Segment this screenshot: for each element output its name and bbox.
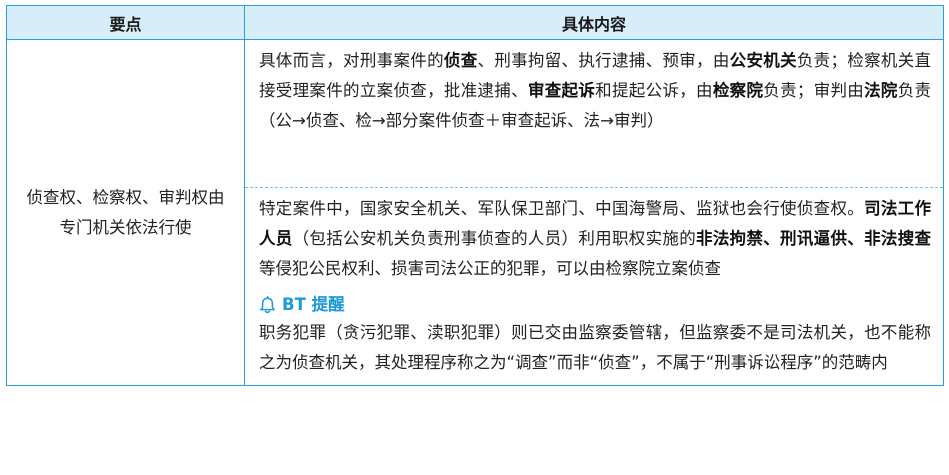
table-header-row: 要点 具体内容 [6, 5, 944, 40]
content-cell-1: 具体而言，对刑事案件的侦查、刑事拘留、执行逮捕、预审，由公安机关负责；检察机关直… [244, 39, 944, 188]
content-cell-2: 特定案件中，国家安全机关、军队保卫部门、中国海警局、监狱也会行使侦查权。司法工作… [245, 188, 944, 386]
content-paragraph: 特定案件中，国家安全机关、军队保卫部门、中国海警局、监狱也会行使侦查权。司法工作… [259, 194, 931, 284]
content-text: 特定案件中，国家安全机关、军队保卫部门、中国海警局、监狱也会行使侦查权。 [259, 199, 865, 218]
content-text: （包括公安机关负责刑事侦查的人员）利用职权实施的 [292, 229, 697, 248]
tip-title: BT 提醒 [282, 295, 345, 314]
key-points-table: 要点 具体内容 侦查权、检察权、审判权由专门机关依法行使 具体而言，对刑事案件的… [6, 5, 944, 386]
bold-term: 非法拘禁、刑讯逼供、非法搜查 [696, 229, 932, 248]
bell-icon [259, 296, 276, 314]
bold-term: 法院 [864, 81, 898, 100]
key-point-text: 侦查权、检察权、审判权由专门机关依法行使 [26, 187, 225, 237]
bold-term: 审查起诉 [527, 81, 596, 100]
content-text: 和提起公诉，由 [595, 81, 713, 100]
bold-term: 检察院 [712, 81, 764, 100]
bold-term: 公安机关 [729, 51, 797, 70]
tip-body: 职务犯罪（贪污犯罪、渎职犯罪）则已交由监察委管辖，但监察委不是司法机关，也不能称… [259, 323, 931, 372]
header-content: 具体内容 [244, 5, 944, 40]
header-key-point: 要点 [6, 5, 245, 40]
content-text: 具体而言，对刑事案件的 [259, 51, 444, 70]
tip-heading: BT 提醒 [259, 292, 931, 318]
page: 要点 具体内容 侦查权、检察权、审判权由专门机关依法行使 具体而言，对刑事案件的… [0, 0, 949, 475]
content-text: 、刑事拘留、执行逮捕、预审，由 [477, 51, 730, 70]
bold-term: 侦查 [443, 51, 478, 70]
key-point-cell: 侦查权、检察权、审判权由专门机关依法行使 [6, 39, 245, 386]
content-text: 等侵犯公民权利、损害司法公正的犯罪，可以由检察院立案侦查 [259, 259, 721, 278]
content-text: 负责；审判由 [763, 81, 865, 100]
table-row: 侦查权、检察权、审判权由专门机关依法行使 具体而言，对刑事案件的侦查、刑事拘留、… [6, 39, 944, 386]
